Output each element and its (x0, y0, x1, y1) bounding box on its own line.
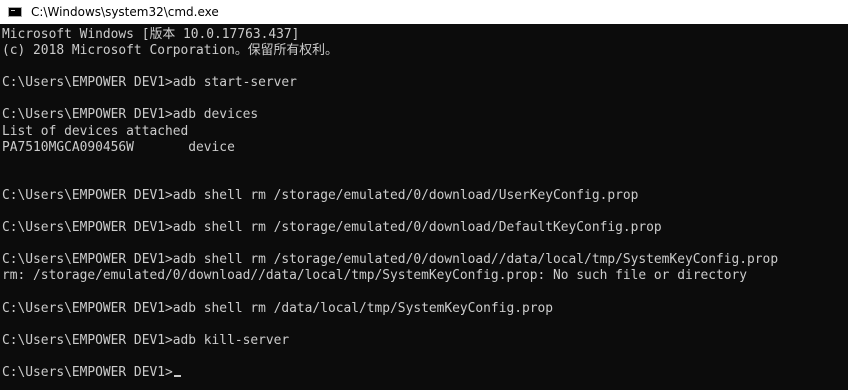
console-line: C:\Users\EMPOWER DEV1>adb shell rm /data… (2, 300, 554, 316)
console-line: PA7510MGCA090456W device (2, 139, 235, 155)
console-line: List of devices attached (2, 123, 189, 139)
console-line: C:\Users\EMPOWER DEV1>adb shell rm /stor… (2, 252, 779, 268)
cmd-window: C:\Windows\system32\cmd.exe Microsoft Wi… (0, 0, 848, 390)
title-bar[interactable]: C:\Windows\system32\cmd.exe (0, 0, 848, 24)
console-line: C:\Users\EMPOWER DEV1>adb shell rm /stor… (2, 187, 639, 203)
console-line: rm: /storage/emulated/0/download//data/l… (2, 268, 748, 284)
console-line: Microsoft Windows [版本 10.0.17763.437] (2, 27, 300, 42)
console-line: C:\Users\EMPOWER DEV1>adb devices (2, 107, 259, 123)
console-output[interactable]: Microsoft Windows [版本 10.0.17763.437] (c)… (2, 27, 848, 390)
cmd-icon[interactable] (8, 7, 22, 17)
console-line: C:\Users\EMPOWER DEV1>adb start-server (2, 75, 297, 91)
console-line: C:\Users\EMPOWER DEV1>adb kill-server (2, 332, 290, 348)
command-prompt[interactable]: C:\Users\EMPOWER DEV1> (2, 365, 848, 381)
console-line: (c) 2018 Microsoft Corporation。保留所有权利。 (2, 43, 338, 59)
window-title: C:\Windows\system32\cmd.exe (31, 5, 219, 19)
console-line: C:\Users\EMPOWER DEV1>adb shell rm /stor… (2, 220, 662, 236)
